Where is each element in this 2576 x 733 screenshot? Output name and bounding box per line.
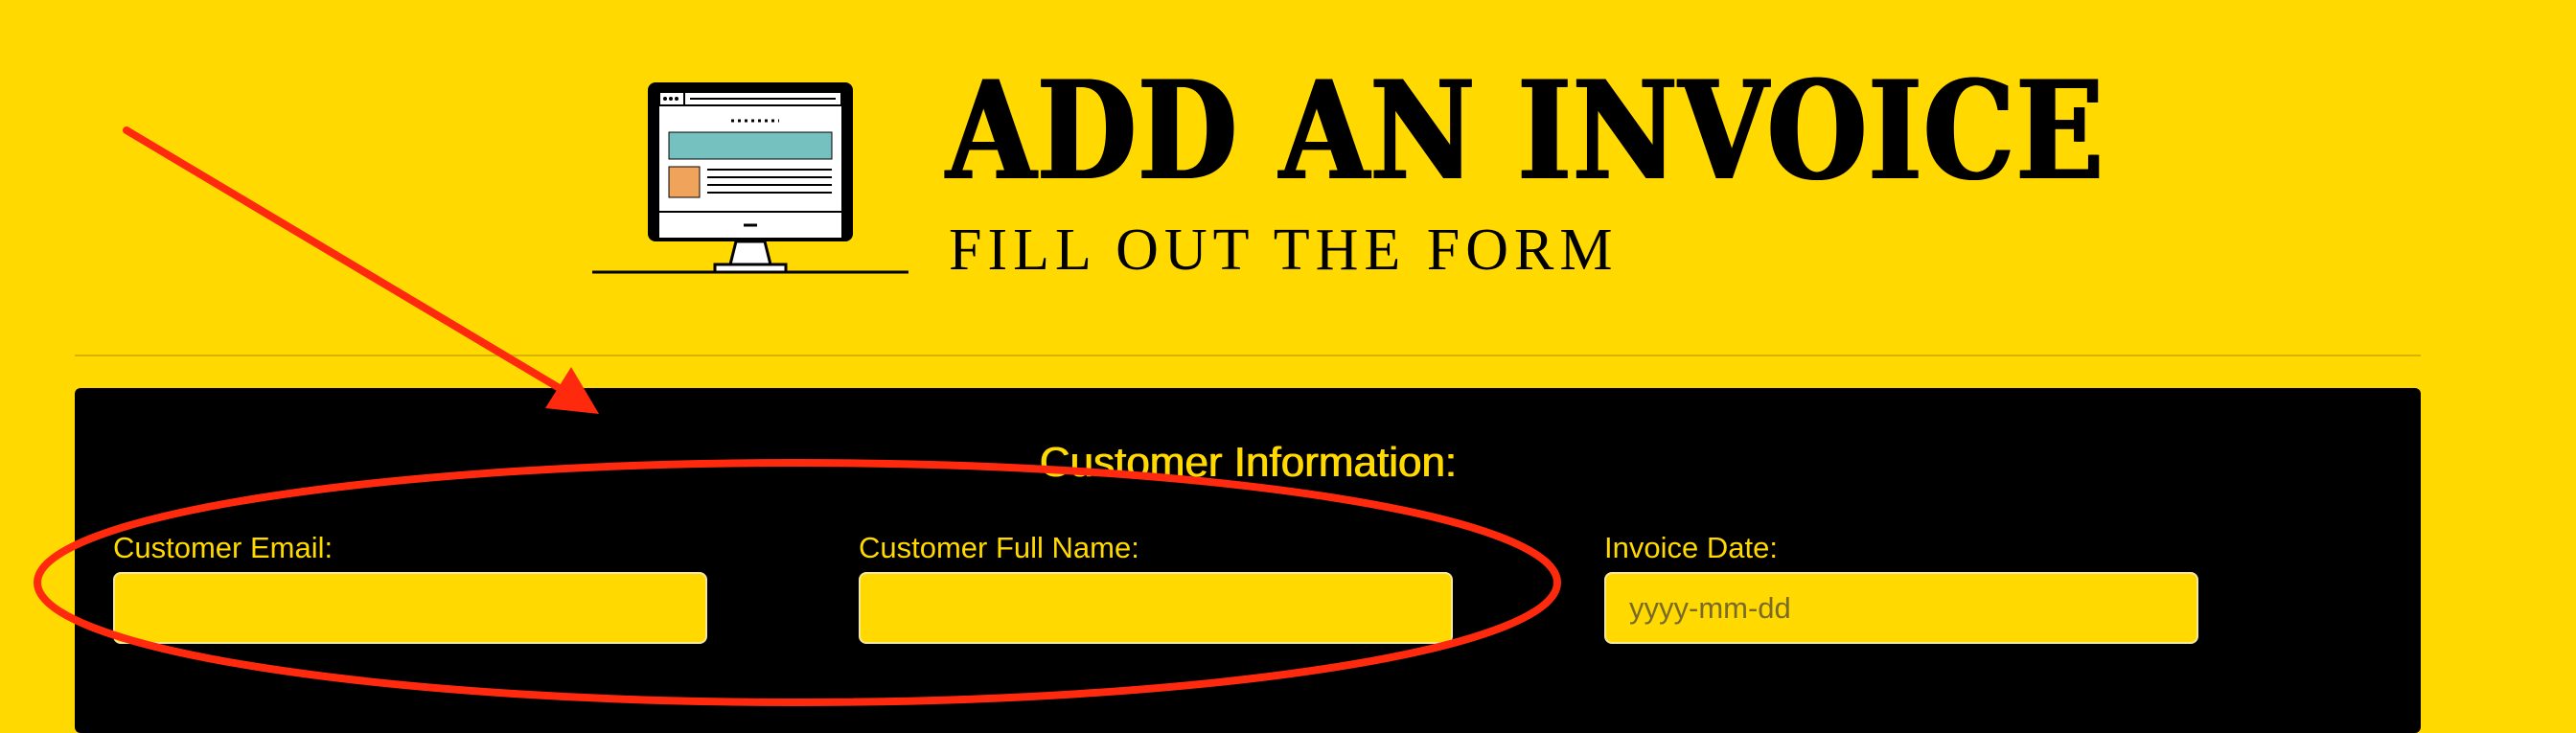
page-title: ADD AN INVOICE (947, 52, 2105, 211)
invoice-date-input[interactable] (1604, 572, 2198, 644)
invoice-date-label: Invoice Date: (1604, 531, 1778, 564)
page-subtitle: FILL OUT THE FORM (949, 218, 1619, 283)
header-divider (75, 355, 2421, 356)
computer-monitor-icon (592, 82, 908, 274)
page-header: ADD AN INVOICE FILL OUT THE FORM (0, 0, 2576, 355)
customer-full-name-input[interactable] (859, 572, 1453, 644)
customer-full-name-label: Customer Full Name: (859, 531, 1139, 564)
customer-email-label: Customer Email: (113, 531, 334, 564)
customer-email-input[interactable] (113, 572, 707, 644)
section-title: Customer Information: (1039, 439, 1457, 486)
customer-info-card: Customer Information: Customer Email: Cu… (75, 388, 2421, 733)
